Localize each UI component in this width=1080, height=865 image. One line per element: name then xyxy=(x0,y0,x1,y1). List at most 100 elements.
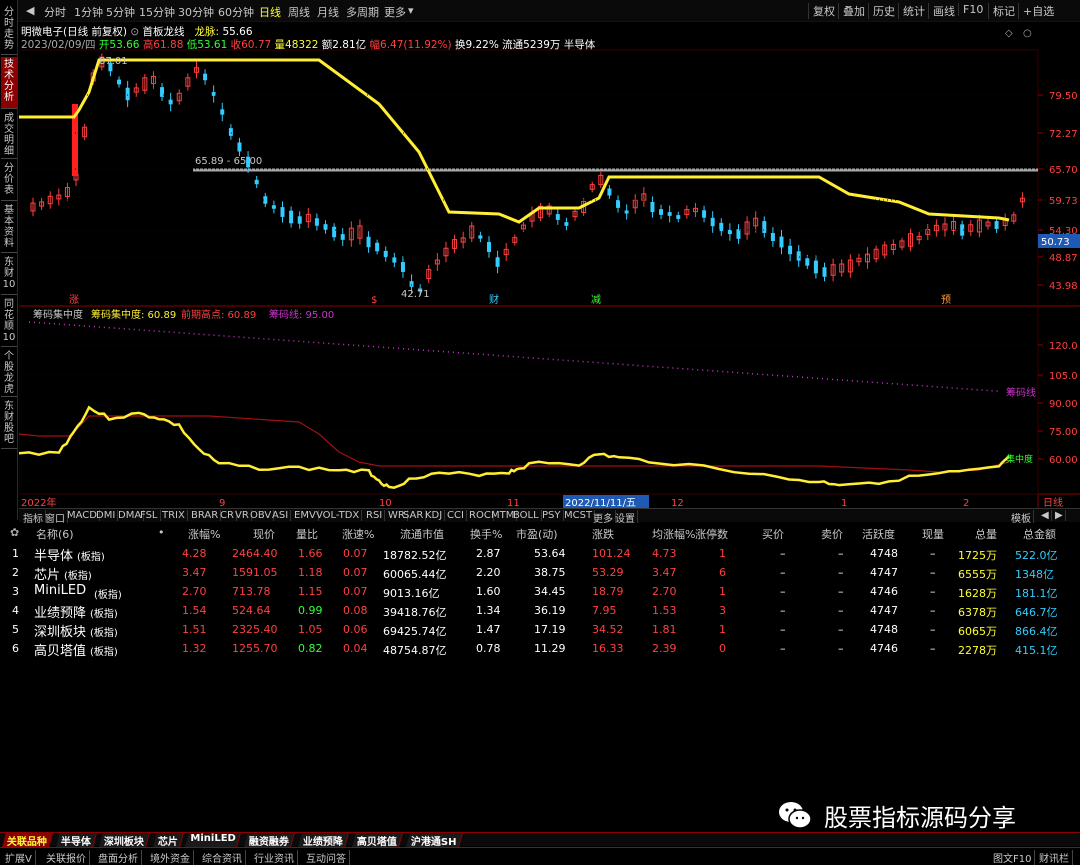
table-row[interactable]: 4 业绩预降 (板指) 1.54 524.64 0.99 0.08 39418.76亿 1.34… xyxy=(0,602,1080,621)
adjust-button[interactable]: 复权 xyxy=(808,3,835,19)
related-tabs-bar: 关联品种 半导体 深圳板块 芯片 MiniLED 融资融券 业绩预降 高贝塔值 沪港通SH xyxy=(0,832,1080,848)
status-item-5[interactable]: 行业资讯 xyxy=(251,850,298,865)
related-tab-3[interactable]: 芯片 xyxy=(153,833,184,848)
event-mark: 预 xyxy=(941,294,951,306)
f10-button[interactable]: F10 xyxy=(958,3,983,16)
status-f10[interactable]: 图文F10 xyxy=(990,850,1036,865)
table-row[interactable]: 5 深圳板块 (板指) 1.51 2325.40 1.05 0.06 69425.74亿 1.4… xyxy=(0,621,1080,640)
table-header-6[interactable]: 流通市值 xyxy=(400,526,444,542)
table-header-16[interactable]: 总量 xyxy=(975,526,997,542)
status-item-6[interactable]: 互动问答 xyxy=(303,850,350,865)
indicator-3[interactable]: DMI xyxy=(94,510,119,521)
table-row[interactable]: 1 半导体 (板指) 4.28 2464.40 1.66 0.07 18782.52亿 2.87… xyxy=(0,545,1080,564)
indicator-21[interactable]: BOLL xyxy=(511,510,542,521)
related-tab-4[interactable]: MiniLED xyxy=(185,833,242,847)
indicator-11[interactable]: ASI xyxy=(270,510,292,521)
indicator-6[interactable]: TRIX xyxy=(160,510,188,521)
related-tab-5[interactable]: 融资融券 xyxy=(244,833,295,848)
back-arrow-icon[interactable]: ◀ xyxy=(26,4,34,17)
status-item-2[interactable]: 盘面分析 xyxy=(95,850,142,865)
period-more[interactable]: 更多 xyxy=(384,4,406,20)
stats-button[interactable]: 统计 xyxy=(898,3,925,19)
table-header-2[interactable]: 涨幅% xyxy=(188,526,220,542)
table-header-12[interactable]: 买价 xyxy=(762,526,784,542)
period-multi[interactable]: 多周期 xyxy=(346,4,379,20)
overlay-button[interactable]: 叠加 xyxy=(838,3,865,19)
event-mark: 财 xyxy=(489,293,499,306)
related-tab-2[interactable]: 深圳板块 xyxy=(99,833,150,848)
sub-indicator-name: 筹码集中度 xyxy=(33,308,83,321)
candle-body-down xyxy=(314,218,319,226)
status-item-0[interactable]: 扩展V xyxy=(2,850,36,865)
table-header-13[interactable]: 卖价 xyxy=(821,526,843,542)
table-header-4[interactable]: 量比 xyxy=(296,526,318,542)
status-item-3[interactable]: 境外资金 xyxy=(147,850,194,865)
table-header-10[interactable]: 均涨幅% xyxy=(652,526,695,542)
kline-chart-area[interactable]: 明微电子(日线 前复权) ⊙ 首板龙线 龙脉: 55.66 2023/02/09… xyxy=(19,22,1080,522)
history-button[interactable]: 历史 xyxy=(868,3,895,19)
table-header-0[interactable]: 名称(6) xyxy=(36,526,74,542)
table-header-8[interactable]: 市盈(动) xyxy=(516,526,558,542)
side-tab-technical[interactable]: 技术分析 xyxy=(1,57,17,109)
table-header-11[interactable]: 涨停数 xyxy=(695,526,728,542)
indicator-22[interactable]: PSY xyxy=(540,510,564,521)
period-daily[interactable]: 日线 xyxy=(259,4,281,20)
price-tick-label: 72.27 xyxy=(1049,129,1078,140)
indicator-5[interactable]: FSL xyxy=(138,510,161,521)
related-tab-8[interactable]: 沪港通SH xyxy=(406,833,463,848)
table-row[interactable]: 6 高贝塔值 (板指) 1.32 1255.70 0.82 0.04 48754.87亿 0.7… xyxy=(0,640,1080,659)
cell-vol: 1725万 xyxy=(958,549,997,562)
indicator-14[interactable]: RSI xyxy=(364,510,386,521)
side-tab-intraday[interactable]: 分时走势 xyxy=(1,5,17,55)
related-tab-7[interactable]: 高贝塔值 xyxy=(352,833,403,848)
table-row[interactable]: 2 芯片 (板指) 3.47 1591.05 1.18 0.07 60065.44亿 2.20 3… xyxy=(0,564,1080,583)
table-header-14[interactable]: 活跃度 xyxy=(862,526,895,542)
period-30min[interactable]: 30分钟 xyxy=(178,4,214,20)
status-item-4[interactable]: 综合资讯 xyxy=(199,850,246,865)
related-tab-6[interactable]: 业绩预降 xyxy=(298,833,349,848)
add-watchlist-button[interactable]: +自选 xyxy=(1018,3,1054,19)
period-1min[interactable]: 1分钟 xyxy=(74,4,103,20)
period-monthly[interactable]: 月线 xyxy=(317,4,339,20)
table-settings-gear-icon[interactable]: ✿ xyxy=(10,526,19,539)
table-header-15[interactable]: 现量 xyxy=(922,526,944,542)
period-minute[interactable]: 分时 xyxy=(44,4,66,20)
period-60min[interactable]: 60分钟 xyxy=(218,4,254,20)
side-tab-dragon-tiger[interactable]: 个股龙虎 xyxy=(1,349,17,397)
related-tab-0[interactable]: 关联品种 xyxy=(2,833,53,848)
side-tab-basic-info[interactable]: 基本资料 xyxy=(1,203,17,253)
table-header-17[interactable]: 总金额 xyxy=(1023,526,1056,542)
more-dropdown-icon[interactable]: ▾ xyxy=(408,4,414,17)
indicator-7[interactable]: BRAR xyxy=(189,510,222,521)
table-header-7[interactable]: 换手% xyxy=(470,526,502,542)
status-news[interactable]: 财讯栏 xyxy=(1036,850,1073,865)
draw-button[interactable]: 画线 xyxy=(928,3,955,19)
cell-pe: 11.29 xyxy=(534,642,566,655)
period-15min[interactable]: 15分钟 xyxy=(139,4,175,20)
indicator-17[interactable]: KDJ xyxy=(423,510,446,521)
side-tab-forum[interactable]: 东财股吧 xyxy=(1,399,17,449)
side-tab-dongcai[interactable]: 东财10 xyxy=(1,255,17,295)
indicator-scroll-right-icon[interactable]: ▶ xyxy=(1053,510,1066,521)
side-tab-ths[interactable]: 同花顺10 xyxy=(1,297,17,347)
table-header-5[interactable]: 涨速% xyxy=(342,526,374,542)
side-tab-price-table[interactable]: 分价表 xyxy=(1,161,17,201)
related-tab-1[interactable]: 半导体 xyxy=(56,833,97,848)
side-tab-trades[interactable]: 成交明细 xyxy=(1,111,17,159)
table-header-9[interactable]: 涨跌 xyxy=(592,526,614,542)
table-header-1[interactable]: • xyxy=(158,526,165,539)
period-5min[interactable]: 5分钟 xyxy=(106,4,135,20)
indicator-13[interactable]: VOL-TDX xyxy=(314,510,363,521)
cell-cur: – xyxy=(930,623,936,636)
cell-diff: 7.95 xyxy=(592,604,617,617)
related-sector-table: ✿ 名称(6) • 涨幅% 现价 量比 涨速% 流通市值 换手% 市盈(动) 涨跌 均涨幅% 涨停数 买… xyxy=(0,523,1080,823)
candle-body-down xyxy=(555,214,560,220)
table-header-3[interactable]: 现价 xyxy=(253,526,275,542)
indicator-18[interactable]: CCI xyxy=(445,510,467,521)
indicator-scroll-left-icon[interactable]: ◀ xyxy=(1039,510,1052,521)
table-row[interactable]: 3 MiniLED (板指) 2.70 713.78 1.15 0.07 9013.16亿 1.… xyxy=(0,583,1080,602)
period-weekly[interactable]: 周线 xyxy=(288,4,310,20)
cell-diff: 34.52 xyxy=(592,623,624,636)
status-item-1[interactable]: 关联报价 xyxy=(43,850,90,865)
mark-button[interactable]: 标记 xyxy=(988,3,1015,19)
